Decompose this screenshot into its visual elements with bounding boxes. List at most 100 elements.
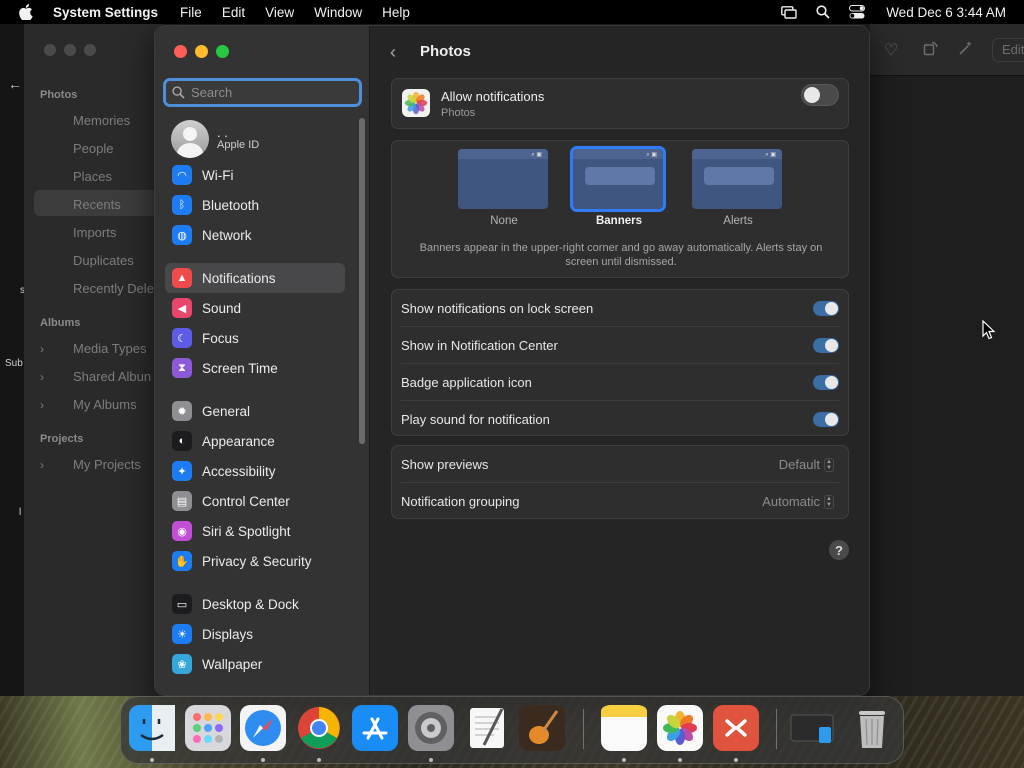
menu-clock[interactable]: Wed Dec 6 3:44 AM <box>886 5 1006 20</box>
spotlight-search-icon[interactable] <box>814 5 832 19</box>
alert-style-banners[interactable]: ⌕ ▣ Banners <box>570 146 666 227</box>
rotate-icon[interactable] <box>923 40 939 61</box>
toggle-row: Badge application icon <box>392 364 848 401</box>
system-settings-icon[interactable] <box>408 705 454 751</box>
alert-style-none[interactable]: ⌕ ▣ None <box>458 149 550 227</box>
launchpad-icon[interactable] <box>185 705 231 751</box>
sidebar-item-label: Accessibility <box>202 463 276 479</box>
apple-id-row[interactable]: . . Apple ID <box>171 120 259 158</box>
show-previews-row[interactable]: Show previews Default ▲ ▼ <box>392 446 848 483</box>
photos-item-my-projects[interactable]: My Projects <box>73 457 141 472</box>
zoom-button[interactable] <box>216 45 229 58</box>
magic-wand-icon[interactable] <box>958 40 974 61</box>
sidebar-item-control-center[interactable]: ▤ Control Center <box>165 486 345 516</box>
sidebar-item-notifications[interactable]: ▲ Notifications <box>165 263 345 293</box>
apple-menu-icon[interactable] <box>19 4 35 20</box>
sidebar-item-network[interactable]: ◍ Network <box>165 220 345 250</box>
notes-icon[interactable] <box>601 705 647 751</box>
help-button[interactable]: ? <box>829 540 849 560</box>
sidebar-item-wallpaper[interactable]: ❀ Wallpaper <box>165 649 345 679</box>
screen-mirroring-icon[interactable] <box>780 5 798 19</box>
downloads-stack-icon[interactable] <box>789 705 835 751</box>
settings-sidebar: . . Apple ID ◠ Wi-Fi ᛒ Bluetooth ◍ Network ▲ No… <box>155 26 370 695</box>
notification-grouping-select[interactable]: Automatic ▲ ▼ <box>762 494 834 509</box>
toggle-switch[interactable] <box>813 412 839 427</box>
sidebar-item-bluetooth[interactable]: ᛒ Bluetooth <box>165 190 345 220</box>
photos-item-shared-albums[interactable]: Shared Albun <box>73 369 151 384</box>
photos-item-people[interactable]: People <box>73 141 113 156</box>
menu-app-name[interactable]: System Settings <box>53 5 158 20</box>
search-field[interactable] <box>163 78 362 107</box>
chevron-right-icon[interactable]: › <box>40 370 44 384</box>
wifi-icon: ◠ <box>172 165 192 185</box>
search-input[interactable] <box>191 85 351 100</box>
photos-item-media-types[interactable]: Media Types <box>73 341 146 356</box>
sidebar-item-wi-fi[interactable]: ◠ Wi-Fi <box>165 160 345 190</box>
previews-card: Show previews Default ▲ ▼ Notification gr… <box>391 445 849 519</box>
menu-file[interactable]: File <box>180 5 202 20</box>
photos-item-memories[interactable]: Memories <box>73 113 130 128</box>
avatar <box>171 120 209 158</box>
sidebar-item-general[interactable]: ✹ General <box>165 396 345 426</box>
chevron-right-icon[interactable]: › <box>40 342 44 356</box>
remote-desktop-icon[interactable] <box>713 705 759 751</box>
allow-notifications-toggle[interactable] <box>801 84 839 106</box>
sidebar-item-focus[interactable]: ☾ Focus <box>165 323 345 353</box>
sidebar-item-label: Appearance <box>202 433 275 449</box>
toggle-label: Show in Notification Center <box>401 338 558 353</box>
menu-help[interactable]: Help <box>382 5 410 20</box>
trash-icon[interactable] <box>849 705 895 751</box>
notification-grouping-row[interactable]: Notification grouping Automatic ▲ ▼ <box>392 483 848 520</box>
updown-chevron-icon: ▲ ▼ <box>824 494 834 509</box>
sidebar-item-label: Desktop & Dock <box>202 596 299 612</box>
toggle-switch[interactable] <box>813 338 839 353</box>
photos-item-my-albums[interactable]: My Albums <box>73 397 137 412</box>
photos-icon[interactable] <box>657 705 703 751</box>
safari-icon[interactable] <box>240 705 286 751</box>
running-indicator <box>734 758 738 762</box>
finder-icon[interactable] <box>129 705 175 751</box>
alert-style-alerts[interactable]: ⌕ ▣ Alerts <box>692 149 784 227</box>
garageband-icon[interactable] <box>519 705 565 751</box>
photos-item-places[interactable]: Places <box>73 169 112 184</box>
toggle-switch[interactable] <box>813 301 839 316</box>
sidebar-scrollbar[interactable] <box>359 118 365 444</box>
system-settings-window: . . Apple ID ◠ Wi-Fi ᛒ Bluetooth ◍ Network ▲ No… <box>154 25 870 696</box>
notification-grouping-value: Automatic <box>762 494 820 509</box>
menu-view[interactable]: View <box>265 5 294 20</box>
sidebar-item-label: Network <box>202 227 252 243</box>
photos-item-recently-deleted[interactable]: Recently Dele <box>73 281 154 296</box>
back-chevron-icon[interactable]: ‹ <box>390 42 396 63</box>
gear-icon: ✹ <box>172 401 192 421</box>
menu-edit[interactable]: Edit <box>222 5 245 20</box>
menu-window[interactable]: Window <box>314 5 362 20</box>
close-button[interactable] <box>174 45 187 58</box>
sidebar-item-siri-spotlight[interactable]: ◉ Siri & Spotlight <box>165 516 345 546</box>
minimize-button[interactable] <box>195 45 208 58</box>
edit-button[interactable]: Edit <box>992 38 1024 62</box>
chevron-right-icon[interactable]: › <box>40 458 44 472</box>
sidebar-item-privacy-security[interactable]: ✋ Privacy & Security <box>165 546 345 576</box>
page-title: Photos <box>420 43 471 60</box>
chrome-icon[interactable] <box>296 705 342 751</box>
app-store-icon[interactable] <box>352 705 398 751</box>
sidebar-item-desktop-dock[interactable]: ▭ Desktop & Dock <box>165 589 345 619</box>
sidebar-item-accessibility[interactable]: ✦ Accessibility <box>165 456 345 486</box>
sidebar-item-sound[interactable]: ◀ Sound <box>165 293 345 323</box>
textedit-icon[interactable] <box>464 705 510 751</box>
toggle-label: Play sound for notification <box>401 412 550 427</box>
photos-item-imports[interactable]: Imports <box>73 225 116 240</box>
bell-icon: ▲ <box>172 268 192 288</box>
sidebar-item-screen-time[interactable]: ⧗ Screen Time <box>165 353 345 383</box>
chevron-right-icon[interactable]: › <box>40 398 44 412</box>
photos-item-recents[interactable]: Recents <box>73 197 121 212</box>
back-arrow-icon[interactable]: ← <box>8 76 22 92</box>
control-center-icon[interactable] <box>848 5 866 19</box>
sidebar-item-displays[interactable]: ☀ Displays <box>165 619 345 649</box>
heart-icon[interactable]: ♡ <box>884 40 898 60</box>
sidebar-item-appearance[interactable]: ◐ Appearance <box>165 426 345 456</box>
photos-item-duplicates[interactable]: Duplicates <box>73 253 134 268</box>
toggle-switch[interactable] <box>813 375 839 390</box>
sidebar-item-label: Privacy & Security <box>202 553 312 569</box>
show-previews-select[interactable]: Default ▲ ▼ <box>779 457 834 472</box>
